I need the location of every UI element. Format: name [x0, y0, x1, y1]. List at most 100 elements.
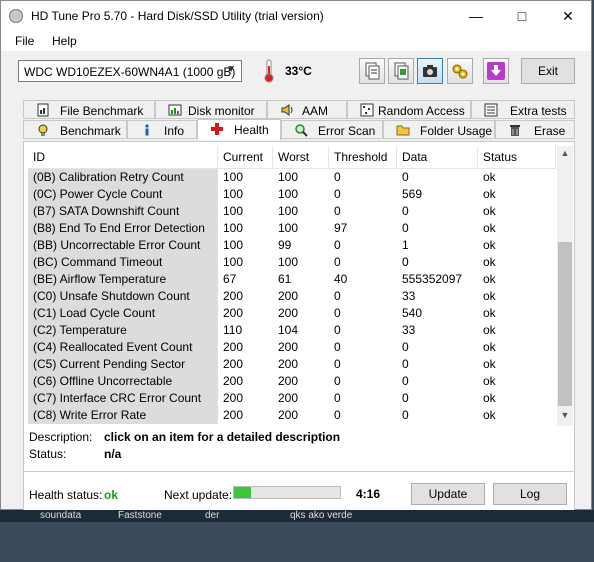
column-header-worst[interactable]: Worst — [273, 146, 329, 168]
table-row[interactable]: (0B) Calibration Retry Count 100 100 0 0 ok — [28, 169, 556, 186]
table-cell: 0 — [402, 391, 409, 405]
table-cell: 0 — [402, 340, 409, 354]
table-cell: 0 — [334, 357, 341, 371]
description-label: Description: — [29, 430, 93, 444]
table-cell: (C2) Temperature — [28, 322, 218, 339]
log-button[interactable]: Log — [493, 483, 567, 505]
screenshot-button[interactable] — [417, 58, 443, 84]
tab-extra-tests[interactable]: Extra tests — [471, 100, 575, 119]
table-cell: 0 — [402, 408, 409, 422]
magnifier-icon — [295, 124, 308, 137]
health-cross-icon — [211, 123, 223, 135]
column-header-data[interactable]: Data — [397, 146, 478, 168]
table-row[interactable]: (BC) Command Timeout 100 100 0 0 ok — [28, 254, 556, 271]
tab-error-scan[interactable]: Error Scan — [281, 120, 383, 139]
tab-label: Health — [234, 123, 269, 137]
table-scrollbar[interactable]: ▲ ▼ — [557, 146, 573, 426]
table-cell: 0 — [334, 238, 341, 252]
info-icon — [145, 124, 149, 136]
tab-disk-monitor[interactable]: Disk monitor — [155, 100, 267, 119]
scroll-thumb[interactable] — [558, 242, 572, 406]
table-row[interactable]: (B7) SATA Downshift Count 100 100 0 0 ok — [28, 203, 556, 220]
scroll-up-arrow-icon[interactable]: ▲ — [557, 148, 573, 162]
table-row[interactable]: (C0) Unsafe Shutdown Count 200 200 0 33 ok — [28, 288, 556, 305]
table-cell: 200 — [223, 408, 244, 422]
temperature-readout: 33°C — [285, 64, 312, 78]
tab-erase[interactable]: Erase — [495, 120, 575, 139]
table-row[interactable]: (C7) Interface CRC Error Count 200 200 0 0 ok — [28, 390, 556, 407]
save-button[interactable] — [483, 58, 509, 84]
tab-health[interactable]: Health — [197, 119, 281, 140]
menu-bar: File Help — [1, 31, 591, 51]
scroll-down-arrow-icon[interactable]: ▼ — [557, 410, 573, 424]
title-bar[interactable]: HD Tune Pro 5.70 - Hard Disk/SSD Utility… — [1, 1, 591, 31]
taskbar-item[interactable]: qks ako verde — [290, 510, 352, 521]
drive-select[interactable]: WDC WD10EZEX-60WN4A1 (1000 gB) ▼ — [18, 60, 242, 82]
table-cell: 0 — [402, 357, 409, 371]
table-cell: 569 — [402, 187, 423, 201]
tab-random-access[interactable]: Random Access — [347, 100, 471, 119]
exit-button[interactable]: Exit — [521, 58, 575, 84]
table-cell: (BE) Airflow Temperature — [28, 271, 218, 288]
table-cell: ok — [483, 289, 496, 303]
table-cell: 1 — [402, 238, 409, 252]
column-header-id[interactable]: ID — [28, 146, 218, 168]
table-cell: ok — [483, 408, 496, 422]
table-cell: 99 — [278, 238, 292, 252]
table-cell: 200 — [278, 391, 299, 405]
table-cell: 0 — [334, 255, 341, 269]
table-row[interactable]: (C5) Current Pending Sector 200 200 0 0 ok — [28, 356, 556, 373]
tab-aam[interactable]: AAM — [267, 100, 347, 119]
lightbulb-icon — [38, 124, 48, 136]
disk-monitor-icon — [168, 104, 182, 116]
table-cell: ok — [483, 204, 496, 218]
minimize-button[interactable]: — — [453, 1, 499, 31]
table-cell: 61 — [278, 272, 292, 286]
tab-label: Info — [164, 124, 185, 138]
taskbar-item[interactable]: soundata — [40, 510, 81, 521]
options-button[interactable] — [447, 58, 473, 84]
screenshot-icon — [423, 65, 437, 77]
table-row[interactable]: (C6) Offline Uncorrectable 200 200 0 0 ok — [28, 373, 556, 390]
tab-file-benchmark[interactable]: File Benchmark — [23, 100, 155, 119]
update-button[interactable]: Update — [411, 483, 485, 505]
menu-file[interactable]: File — [15, 34, 34, 48]
table-row[interactable]: (BB) Uncorrectable Error Count 100 99 0 1 ok — [28, 237, 556, 254]
save-icon — [487, 62, 505, 80]
table-row[interactable]: (C8) Write Error Rate 200 200 0 0 ok — [28, 407, 556, 424]
column-header-status[interactable]: Status — [478, 146, 556, 168]
taskbar: soundata Faststone der qks ako verde — [0, 510, 594, 522]
column-header-threshold[interactable]: Threshold — [329, 146, 397, 168]
taskbar-item[interactable]: der — [205, 510, 219, 521]
table-cell: 40 — [334, 272, 348, 286]
table-row[interactable]: (C1) Load Cycle Count 200 200 0 540 ok — [28, 305, 556, 322]
tab-info[interactable]: Info — [127, 120, 197, 139]
table-cell: 200 — [278, 374, 299, 388]
table-row[interactable]: (B8) End To End Error Detection 100 100 97 0… — [28, 220, 556, 237]
table-cell: 100 — [223, 187, 244, 201]
table-cell: ok — [483, 391, 496, 405]
copy-text-button[interactable] — [359, 58, 385, 84]
table-row[interactable]: (BE) Airflow Temperature 67 61 40 555352097 o… — [28, 271, 556, 288]
copy-image-button[interactable] — [388, 58, 414, 84]
tab-benchmark[interactable]: Benchmark — [23, 120, 127, 139]
taskbar-item[interactable]: Faststone — [118, 510, 162, 521]
table-cell: 555352097 — [402, 272, 463, 286]
menu-help[interactable]: Help — [52, 34, 77, 48]
app-icon — [9, 9, 23, 23]
folder-icon — [396, 125, 410, 136]
table-cell: 200 — [278, 306, 299, 320]
table-cell: (B8) End To End Error Detection — [28, 220, 218, 237]
table-cell: 100 — [278, 255, 299, 269]
table-row[interactable]: (C4) Reallocated Event Count 200 200 0 0 ok — [28, 339, 556, 356]
tab-label: Disk monitor — [188, 104, 255, 118]
tab-folder-usage[interactable]: Folder Usage — [383, 120, 495, 139]
table-row[interactable]: (0C) Power Cycle Count 100 100 0 569 ok — [28, 186, 556, 203]
health-status-label: Health status: — [29, 488, 103, 502]
maximize-button[interactable]: □ — [499, 1, 545, 31]
table-row[interactable]: (C2) Temperature 110 104 0 33 ok — [28, 322, 556, 339]
chevron-down-icon: ▼ — [226, 64, 236, 75]
column-header-current[interactable]: Current — [218, 146, 273, 168]
close-button[interactable]: ✕ — [545, 1, 591, 31]
table-cell: 200 — [223, 374, 244, 388]
